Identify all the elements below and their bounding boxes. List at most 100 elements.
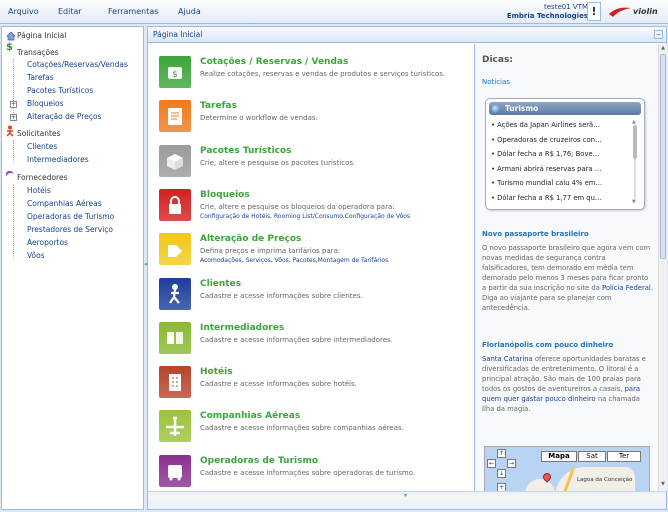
feature-item[interactable]: Companhias Aéreas Cadastre e acesse infor… [159, 409, 469, 453]
feature-title[interactable]: Cotações / Reservas / Vendas [200, 57, 348, 67]
scroll-down-arrow-icon[interactable]: ▼ [659, 481, 667, 489]
scroll-up-arrow-icon[interactable]: ▲ [659, 45, 667, 53]
person-walking-icon[interactable] [159, 277, 191, 310]
feature-title[interactable]: Intermediadores [200, 323, 284, 333]
news-item[interactable]: Ações da Japan Airlines serã… [491, 121, 629, 130]
sidebar-item-companhias[interactable]: Companhias Aéreas [27, 198, 102, 210]
feature-item[interactable]: Tarefas Determine o workflow de vendas. [159, 99, 469, 143]
feature-item[interactable]: Alteração de Preços Defina preços e impri… [159, 232, 469, 276]
menu-ferramentas[interactable]: Ferramentas [108, 7, 158, 16]
pan-left-icon[interactable]: ← [487, 459, 496, 468]
sidebar-item-operadoras[interactable]: Operadoras de Turismo [27, 211, 114, 223]
feature-title[interactable]: Pacotes Turísticos [200, 146, 292, 156]
news-widget: Turismo Ações da Japan Airlines serã… Ope… [485, 98, 645, 210]
feature-title[interactable]: Clientes [200, 279, 241, 289]
feature-title[interactable]: Companhias Aéreas [200, 411, 300, 421]
pan-right-icon[interactable]: → [507, 459, 516, 468]
tips-news-label[interactable]: Notícias [482, 78, 510, 86]
hotel-icon[interactable] [159, 366, 191, 399]
feature-description: Crie, altere e pesquise os pacotes turís… [200, 158, 356, 167]
feature-item[interactable]: Hotéis Cadastre e acesse informações sobr… [159, 365, 469, 409]
sidebar-home[interactable]: Página Inicial [17, 30, 66, 42]
sidebar-item-clientes[interactable]: Clientes [27, 141, 57, 153]
supplier-icon [5, 169, 15, 181]
money-bag-icon[interactable]: $ [159, 56, 191, 88]
sidebar-item-intermediadores[interactable]: Intermediadores [27, 154, 89, 166]
menu-arquivo[interactable]: Arquivo [8, 7, 39, 16]
clipboard-icon[interactable] [159, 100, 191, 133]
policia-federal-link[interactable]: Polícia Federal [602, 284, 651, 292]
feature-item[interactable]: Clientes Cadastre e acesse informações so… [159, 277, 469, 321]
sidebar-group-transacoes[interactable]: Transações [17, 47, 59, 59]
sidebar-group-fornecedores[interactable]: Fornecedores [17, 172, 67, 184]
map-place-label: Lagoa da Conceição [577, 477, 633, 483]
sidebar-group-solicitantes[interactable]: Solicitantes [17, 128, 60, 140]
feature-links[interactable]: Configuração de Hotéis, Rooming List/Con… [200, 213, 410, 220]
feature-links[interactable]: Acomodações, Serviços, Vôos, Pacotes,Mon… [200, 257, 388, 264]
feature-item[interactable]: Operadoras de Turismo Cadastre e acesse i… [159, 454, 469, 491]
news-scroll-thumb[interactable] [633, 125, 637, 159]
map-type-ter-button[interactable]: Ter [607, 451, 641, 462]
expand-bloqueios-icon[interactable]: + [10, 101, 17, 108]
news-item[interactable]: Dólar fecha a R$ 1,76; Bove… [491, 150, 629, 159]
sidebar-item-voos[interactable]: Vôos [27, 250, 45, 262]
user-info: teste01 VTM Embria Technologies [507, 3, 588, 21]
feature-item[interactable]: $ Cotações / Reservas / Vendas Realize cot… [159, 55, 469, 99]
sidebar-item-cotacoes[interactable]: Cotações/Reservas/Vendas [27, 59, 128, 71]
violin-logo: violin [607, 4, 665, 20]
dollar-icon: $ [6, 42, 13, 53]
sidebar-item-bloqueios[interactable]: Bloqueios [27, 98, 64, 110]
news-scrollbar[interactable]: ▲ ▼ [632, 119, 638, 205]
main-scrollbar[interactable]: ▲ ▼ [658, 44, 667, 491]
feature-title[interactable]: Hotéis [200, 367, 233, 377]
sidebar-item-hoteis[interactable]: Hotéis [27, 185, 51, 197]
zoom-in-icon[interactable]: + [497, 483, 506, 491]
sidebar-item-aeroportos[interactable]: Aeroportos [27, 237, 68, 249]
expand-footer-icon[interactable]: ▾ [404, 492, 407, 499]
sidebar-item-pacotes[interactable]: Pacotes Turísticos [27, 85, 93, 97]
collapse-panel-button[interactable]: − [654, 30, 663, 39]
map-type-map-button[interactable]: Mapa [541, 451, 577, 462]
menu-ajuda[interactable]: Ajuda [178, 7, 201, 16]
feature-item[interactable]: Pacotes Turísticos Crie, altere e pesquis… [159, 144, 469, 188]
feature-title[interactable]: Alteração de Preços [200, 234, 301, 244]
tip-passport-title[interactable]: Novo passaporte brasileiro [482, 230, 589, 238]
feature-item[interactable]: Intermediadores Cadastre e acesse informa… [159, 321, 469, 365]
user-org: Embria Technologies [506, 12, 588, 20]
news-item[interactable]: Dólar fecha a R$ 1,77 em qu… [491, 194, 629, 203]
violin-logo-icon [609, 7, 631, 17]
sidebar-item-alteracao[interactable]: Alteração de Preços [27, 111, 101, 123]
map-widget[interactable]: Lagoa da Conceição ↑ ← → ↓ + Mapa Sat Te… [484, 446, 650, 491]
feature-description: Determine o workflow de vendas. [200, 114, 318, 123]
news-item[interactable]: Armani abrirá reservas para … [491, 165, 629, 174]
handshake-icon[interactable] [159, 321, 191, 354]
lock-icon[interactable] [159, 188, 191, 221]
svg-text:$: $ [172, 70, 178, 80]
main-scroll-thumb[interactable] [660, 54, 666, 259]
alert-button[interactable]: ! [587, 2, 601, 21]
santa-catarina-link[interactable]: Santa Catarina [482, 355, 533, 363]
feature-title[interactable]: Operadoras de Turismo [200, 456, 318, 466]
expand-alteracao-icon[interactable]: + [10, 114, 17, 121]
pan-up-icon[interactable]: ↑ [497, 449, 506, 458]
news-item[interactable]: Operadoras de cruzeiros con… [491, 136, 629, 145]
feature-item[interactable]: Bloqueios Crie, altere e pesquise os bloq… [159, 188, 469, 232]
feature-description: Defina preços e imprima tarifários para: [200, 247, 341, 256]
map-type-sat-button[interactable]: Sat [578, 451, 606, 462]
feature-title[interactable]: Tarefas [200, 101, 237, 111]
tip-floripa-title[interactable]: Florianópolis com pouco dinheiro [482, 341, 613, 349]
feature-description: Cadastre e acesse informações sobre comp… [200, 424, 404, 433]
feature-title[interactable]: Bloqueios [200, 190, 250, 200]
tip-floripa-text: Santa Catarina oferece oportunidades bar… [482, 355, 646, 413]
tip-passport-text: O novo passaporte brasileiro que agora v… [482, 244, 653, 312]
news-item[interactable]: Turismo mundial caiu 4% em… [491, 179, 629, 188]
box-icon[interactable] [159, 144, 191, 177]
sidebar-item-prestadores[interactable]: Prestadores de Serviço [27, 224, 113, 236]
sidebar-item-tarefas[interactable]: Tarefas [27, 72, 54, 84]
menu-editar[interactable]: Editar [58, 7, 82, 16]
scroll-down-icon[interactable]: ▼ [632, 199, 636, 205]
airplane-icon[interactable] [159, 410, 191, 443]
price-tag-icon[interactable] [159, 233, 191, 266]
bus-icon[interactable] [159, 454, 191, 487]
pan-down-icon[interactable]: ↓ [497, 469, 506, 478]
